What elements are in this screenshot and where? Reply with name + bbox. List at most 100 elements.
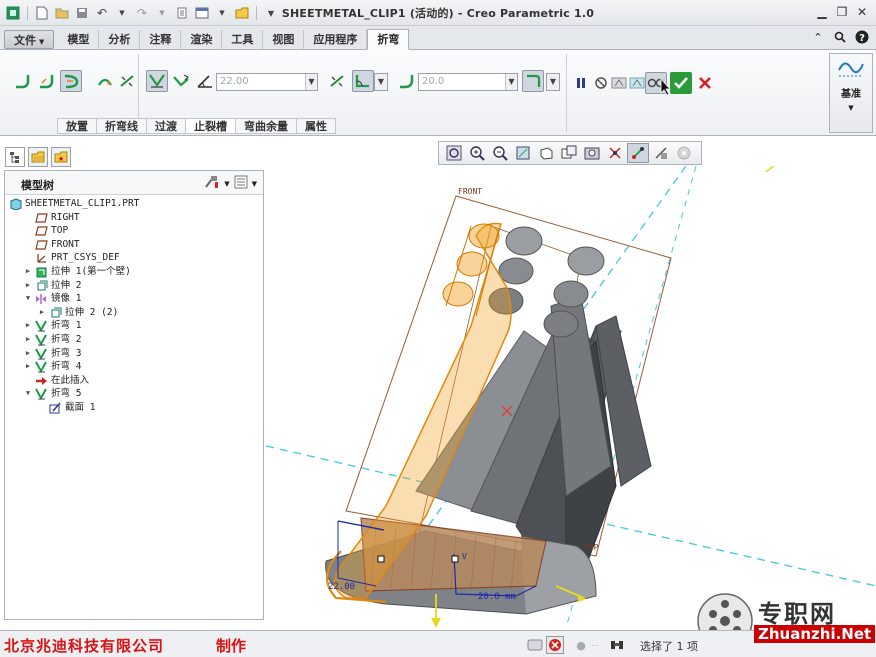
tree-item[interactable]: ▶ 折弯 1 [5,319,263,333]
help-icon[interactable]: ? [854,29,870,45]
tree-item-label: 折弯 4 [51,361,82,373]
ribbon-tab[interactable]: 注释 [140,30,182,49]
expand-arrow-icon[interactable]: ▶ [23,319,33,333]
bend-edge-2-icon[interactable] [36,70,58,92]
angle-dimension[interactable]: 22.00 [328,582,355,592]
tree-item[interactable]: ▶ 拉伸 1(第一个壁) [5,265,263,279]
settings-icon[interactable] [204,175,220,192]
ok-check-icon[interactable] [670,72,692,94]
chevron-down-icon[interactable]: ▼ [375,74,387,90]
chevron-down-icon[interactable]: ▼ [252,180,257,188]
csys-icon [35,252,48,264]
folder-browser-tab[interactable] [28,147,48,167]
tree-item[interactable]: 在此插入 [5,374,263,388]
zoom-out-icon[interactable] [489,143,511,163]
bend-moving-side-icon[interactable] [170,70,192,92]
refit-icon[interactable] [443,143,465,163]
pause-icon[interactable] [570,72,592,94]
radius-type-dropdown[interactable]: ▼ [374,73,388,91]
ribbon-tab[interactable]: 分析 [99,30,141,49]
bend-edge-icon[interactable] [12,70,34,92]
message-log-icon[interactable] [526,636,544,654]
model-tree-tab[interactable] [5,147,25,167]
chevron-down-icon[interactable]: ▼ [224,180,229,188]
model-tree-header: 模型树 ▼ ▼ [5,171,263,195]
file-menu-tab[interactable]: 文件 ▼ [4,30,55,49]
graphics-area[interactable]: 22.00 20.0 mm V FRONT TOP [266,166,876,628]
collapse-arrow-icon[interactable]: ▼ [23,387,33,401]
bend-rolled-icon[interactable] [60,70,82,92]
find-icon[interactable] [608,636,626,654]
radius-side-dropdown[interactable]: ▼ [546,73,560,91]
collapse-arrow-icon[interactable]: ▼ [23,292,33,306]
expand-arrow-icon[interactable]: ▶ [23,347,33,361]
tree-item[interactable]: ▶ 折弯 2 [5,333,263,347]
datum-display-icon[interactable] [627,143,649,163]
basis-group[interactable]: 基准 ▼ [829,53,873,133]
tree-item[interactable]: ▶ 拉伸 2 (2) [5,306,263,320]
tree-item[interactable]: ▼ 折弯 5 [5,387,263,401]
view-manager-icon[interactable] [581,143,603,163]
tree-item-label: 折弯 5 [51,388,82,400]
ribbon-subtab[interactable]: 属性 [297,118,336,134]
tree-item[interactable]: ▶ 折弯 3 [5,347,263,361]
favorites-tab[interactable]: ★ [51,147,71,167]
radius-type-icon[interactable] [352,70,374,92]
chevron-down-icon[interactable]: ▼ [305,74,317,90]
minimize-ribbon-icon[interactable]: ⌃ [810,29,826,45]
expand-arrow-icon[interactable]: ▶ [23,360,33,374]
ribbon-subtab[interactable]: 弯曲余量 [236,118,297,134]
zoom-in-icon[interactable] [466,143,488,163]
chevron-down-icon[interactable]: ▼ [505,74,517,90]
maximize-icon[interactable]: ❐ [834,4,850,20]
expand-arrow-icon[interactable]: ▶ [23,265,33,279]
tree-item[interactable]: FRONT [5,238,263,252]
ribbon-subtab[interactable]: 折弯线 [97,118,147,134]
perspective-icon[interactable] [604,143,626,163]
ribbon-tab[interactable]: 应用程序 [304,30,368,49]
tree-item[interactable]: 截面 1 [5,401,263,415]
flip-angle-icon[interactable] [326,70,348,92]
stop-icon[interactable] [546,636,564,654]
tree-item[interactable]: RIGHT [5,211,263,225]
angle-icon [194,70,216,92]
tree-item[interactable]: ▼ 镜像 1 [5,292,263,306]
annotation-display-icon[interactable] [650,143,672,163]
ribbon-subtab[interactable]: 止裂槽 [186,118,236,134]
bend-fixed-side-icon[interactable] [146,70,168,92]
radius-dimension[interactable]: 20.0 mm [478,592,516,602]
ribbon-subtab[interactable]: 放置 [57,118,97,134]
repaint-icon[interactable] [512,143,534,163]
radius-side-icon[interactable] [522,70,544,92]
ribbon-tab[interactable]: 工具 [222,30,264,49]
expand-arrow-icon[interactable]: ▶ [37,306,47,320]
cancel-x-icon[interactable] [694,72,716,94]
show-icon[interactable] [234,175,248,192]
search-icon[interactable] [832,29,848,45]
bend-direction-icon[interactable] [94,70,116,92]
close-icon[interactable]: ✕ [854,4,870,20]
ribbon-tab[interactable]: 折弯 [367,29,410,50]
expand-arrow-icon[interactable]: ▶ [23,279,33,293]
saved-orientations-icon[interactable] [558,143,580,163]
ribbon-subtab[interactable]: 过渡 [147,118,186,134]
expand-arrow-icon[interactable]: ▶ [23,333,33,347]
tree-item[interactable]: ▶ 拉伸 2 [5,279,263,293]
bend-angle-input[interactable]: 22.00 ▼ [216,73,318,91]
minimize-icon[interactable]: ▁ [814,4,830,20]
top-label: TOP [584,543,599,552]
chevron-down-icon[interactable]: ▼ [547,74,559,90]
tree-item[interactable]: ▶ 折弯 4 [5,360,263,374]
flip-side-icon[interactable] [116,70,138,92]
spin-center-icon[interactable] [673,143,695,163]
display-style-icon[interactable] [535,143,557,163]
bend-radius-input[interactable]: 20.0 ▼ [418,73,518,91]
ribbon-tab[interactable]: 模型 [58,30,100,49]
chevron-down-icon[interactable]: ▼ [848,104,853,112]
ribbon-tab[interactable]: 渲染 [181,30,223,49]
tree-item[interactable]: PRT_CSYS_DEF [5,251,263,265]
ribbon-tab[interactable]: 视图 [263,30,305,49]
tree-item[interactable]: SHEETMETAL_CLIP1.PRT [5,197,263,211]
front-label: FRONT [458,187,482,196]
tree-item[interactable]: TOP [5,224,263,238]
